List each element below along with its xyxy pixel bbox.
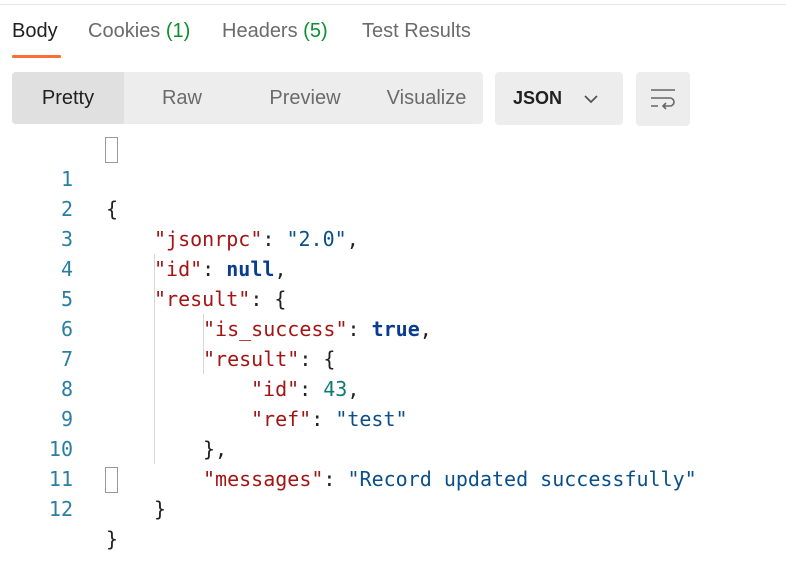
json-key: "id" [251,377,300,401]
colon: : [202,257,227,281]
json-key: "result" [203,347,300,371]
code-line: 3 "id": null, [0,194,287,281]
wrap-lines-icon [651,89,675,110]
bracket-match-highlight [105,137,118,163]
comma: , [419,317,432,341]
tab-cookies-count: (1) [165,20,191,42]
code-line: 9 }, [0,374,227,461]
view-visualize-button[interactable]: Visualize [370,72,483,124]
language-label: JSON [513,88,563,108]
open-brace: { [106,197,119,221]
active-tab-indicator [12,55,61,58]
view-mode-selector: Pretty Raw Preview Visualize [12,72,483,124]
wrap-lines-button[interactable] [636,72,690,126]
chevron-down-icon [584,95,598,104]
code-line: 5 "is_success": true, [0,254,432,341]
code-line: 4 "result": { [0,224,287,311]
json-number: 43 [323,377,348,401]
close-brace: } [106,527,119,551]
language-dropdown[interactable]: JSON [495,72,623,125]
tab-headers-label: Headers [222,20,304,42]
code-text: } [154,494,166,524]
response-body-editor[interactable]: 1 { 2 "jsonrpc": "2.0", 3 "id": null, 4 … [0,134,786,551]
code-line: 6 "result": { [0,284,336,371]
code-line: 10 "messages": "Record updated successfu… [0,404,697,491]
code-text: "result": { [203,344,335,374]
code-text: }, [203,434,227,464]
tab-headers-count: (5) [303,20,328,42]
code-text: "id": null, [154,254,286,284]
tab-test-results-label: Test Results [362,20,471,42]
colon: : [250,287,275,311]
code-line: 2 "jsonrpc": "2.0", [0,164,359,251]
json-key: "messages" [203,467,324,491]
code-text: "ref": "test" [251,404,408,434]
tab-cookies[interactable]: Cookies (1) [88,20,190,43]
code-text: "messages": "Record updated successfully… [203,464,697,494]
colon: : [347,317,372,341]
close-brace: } [154,497,167,521]
view-preview-button[interactable]: Preview [240,72,370,124]
code-line: 7 "id": 43, [0,314,359,401]
tab-cookies-label: Cookies [88,20,166,42]
close-brace: }, [203,437,228,461]
colon: : [299,377,324,401]
tab-body-label: Body [12,20,58,42]
comma: , [274,257,287,281]
json-key: "is_success" [203,317,348,341]
code-line: 11 } [0,434,166,521]
comma: , [346,227,359,251]
json-key: "jsonrpc" [154,227,263,251]
view-pretty-button[interactable]: Pretty [12,72,124,124]
code-text: "result": { [154,284,286,314]
tab-headers[interactable]: Headers (5) [222,20,328,43]
colon: : [311,407,336,431]
response-tabs: Body Cookies (1) Headers (5) Test Result… [0,0,786,60]
code-line: 12 } [0,464,118,551]
comma: , [347,377,360,401]
json-string: "2.0" [286,227,347,251]
json-string: "Record updated successfully" [347,467,697,491]
json-key: "id" [154,257,203,281]
code-line: 1 { [0,134,118,221]
json-literal: true [371,317,420,341]
view-raw-button[interactable]: Raw [124,72,240,124]
json-string: "test" [335,407,408,431]
json-literal: null [226,257,275,281]
json-key: "ref" [251,407,312,431]
open-brace: { [274,287,287,311]
code-text: { [106,194,118,224]
colon: : [262,227,287,251]
tab-body[interactable]: Body [12,20,58,43]
code-line: 8 "ref": "test" [0,344,408,431]
bracket-match-highlight [105,467,118,493]
tab-test-results[interactable]: Test Results [362,20,471,43]
colon: : [323,467,348,491]
line-number: 12 [48,497,73,521]
code-text: } [106,524,118,554]
code-text: "jsonrpc": "2.0", [154,224,359,254]
code-text: "is_success": true, [203,314,432,344]
colon: : [299,347,324,371]
code-text: "id": 43, [251,374,359,404]
open-brace: { [323,347,336,371]
json-key: "result" [154,287,251,311]
